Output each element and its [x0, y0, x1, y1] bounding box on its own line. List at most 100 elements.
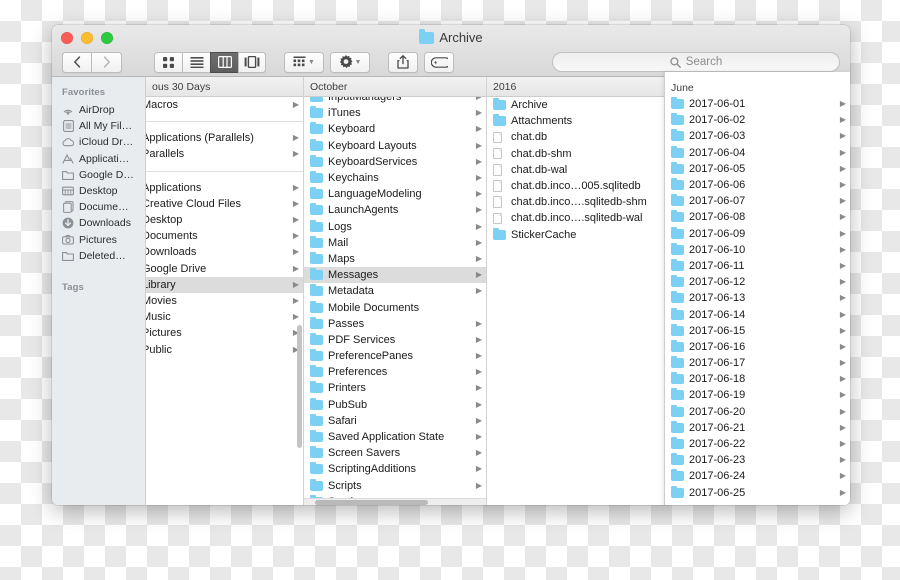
chevron-right-icon[interactable]: ▶	[474, 465, 482, 473]
list-item[interactable]: 2017-06-13 ▶	[665, 290, 850, 306]
share-button[interactable]	[388, 51, 418, 73]
list-item[interactable]: Downloads ▶	[146, 244, 303, 260]
list-item[interactable]: Printers ▶	[304, 380, 486, 396]
chevron-right-icon[interactable]: ▶	[474, 157, 482, 166]
chevron-right-icon[interactable]: ▶	[474, 352, 482, 360]
chevron-right-icon[interactable]: ▶	[838, 294, 846, 302]
list-item[interactable]: 2017-06-10 ▶	[665, 242, 850, 258]
chevron-right-icon[interactable]: ▶	[838, 132, 846, 140]
list-item[interactable]: 2017-06-07 ▶	[665, 193, 850, 209]
list-item[interactable]: LaunchAgents ▶	[304, 202, 486, 218]
horizontal-scrollbar[interactable]	[304, 498, 486, 505]
icon-view-button[interactable]	[154, 51, 182, 73]
list-item[interactable]: Saved Application State ▶	[304, 429, 486, 445]
list-item[interactable]: 2017-06-15 ▶	[665, 323, 850, 339]
chevron-right-icon[interactable]: ▶	[838, 245, 846, 254]
chevron-right-icon[interactable]: ▶	[838, 391, 846, 399]
list-item[interactable]: 2017-06-14 ▶	[665, 306, 850, 322]
chevron-right-icon[interactable]: ▶	[838, 278, 846, 286]
list-item[interactable]: Passes ▶	[304, 316, 486, 332]
back-button[interactable]	[62, 51, 92, 73]
list-item[interactable]: Pictures ▶	[146, 325, 303, 341]
chevron-right-icon[interactable]: ▶	[474, 174, 482, 182]
chevron-right-icon[interactable]: ▶	[291, 150, 299, 158]
chevron-right-icon[interactable]: ▶	[838, 261, 846, 270]
list-item[interactable]: 2017-06-02 ▶	[665, 112, 850, 128]
search-field[interactable]: Search	[552, 52, 840, 72]
list-item[interactable]: 2017-06-21 ▶	[665, 420, 850, 436]
sidebar-item-pictures[interactable]: Pictures	[52, 232, 145, 248]
chevron-right-icon[interactable]: ▶	[838, 229, 846, 238]
tag-button[interactable]	[424, 51, 454, 73]
sidebar-item-icloud-drive[interactable]: iCloud Dr…	[52, 134, 145, 150]
list-item[interactable]: Public ▶	[146, 341, 303, 357]
list-item[interactable]: 2017-06-22 ▶	[665, 436, 850, 452]
list-view-button[interactable]	[182, 51, 210, 73]
list-item[interactable]: 2017-06-01 ▶	[665, 96, 850, 112]
chevron-right-icon[interactable]: ▶	[291, 199, 299, 208]
list-item[interactable]: 2017-06-12 ▶	[665, 274, 850, 290]
chevron-right-icon[interactable]: ▶	[474, 287, 482, 295]
chevron-right-icon[interactable]: ▶	[474, 384, 482, 392]
list-item[interactable]: Keyboard ▶	[304, 121, 486, 137]
list-item[interactable]: Metadata ▶	[304, 283, 486, 299]
chevron-right-icon[interactable]: ▶	[474, 449, 482, 457]
list-item[interactable]: KeyboardServices ▶	[304, 154, 486, 170]
chevron-right-icon[interactable]: ▶	[838, 100, 846, 108]
action-menu-button[interactable]: ▼	[330, 51, 370, 73]
chevron-right-icon[interactable]: ▶	[838, 456, 846, 464]
list-item[interactable]: 2017-06-05 ▶	[665, 161, 850, 177]
chevron-right-icon[interactable]: ▶	[291, 232, 299, 240]
forward-button[interactable]	[92, 51, 122, 73]
chevron-right-icon[interactable]: ▶	[474, 335, 482, 344]
list-item-selected[interactable]: Messages ▶	[304, 267, 486, 284]
list-item[interactable]: Macros ▶	[146, 97, 303, 113]
chevron-right-icon[interactable]: ▶	[291, 216, 299, 224]
list-item[interactable]: Maps ▶	[304, 251, 486, 267]
list-item[interactable]: Applications (Parallels) ▶	[146, 130, 303, 146]
list-item[interactable]: 2017-06-24 ▶	[665, 468, 850, 484]
list-item[interactable]: Parallels ▶	[146, 146, 303, 162]
list-item[interactable]: Creative Cloud Files ▶	[146, 196, 303, 212]
list-item[interactable]: 2017-06-08 ▶	[665, 209, 850, 225]
chevron-right-icon[interactable]: ▶	[838, 342, 846, 351]
list-item-selected[interactable]: Library ▶	[146, 276, 303, 293]
close-button[interactable]	[61, 32, 73, 44]
list-item[interactable]: PubSub ▶	[304, 397, 486, 413]
chevron-right-icon[interactable]: ▶	[291, 280, 299, 289]
chevron-right-icon[interactable]: ▶	[838, 164, 846, 173]
chevron-right-icon[interactable]: ▶	[474, 109, 482, 117]
chevron-right-icon[interactable]: ▶	[838, 440, 846, 448]
list-item[interactable]: LanguageModeling ▶	[304, 186, 486, 202]
list-item[interactable]: PDF Services ▶	[304, 332, 486, 348]
chevron-right-icon[interactable]: ▶	[474, 141, 482, 150]
list-item[interactable]: 2017-06-04 ▶	[665, 145, 850, 161]
list-item[interactable]: Preferences ▶	[304, 364, 486, 380]
chevron-right-icon[interactable]: ▶	[838, 423, 846, 432]
chevron-right-icon[interactable]: ▶	[838, 359, 846, 367]
list-item[interactable]: Music ▶	[146, 309, 303, 325]
chevron-right-icon[interactable]: ▶	[838, 488, 846, 497]
chevron-right-icon[interactable]: ▶	[291, 313, 299, 321]
chevron-right-icon[interactable]: ▶	[474, 190, 482, 198]
list-item[interactable]: 2017-06-23 ▶	[665, 452, 850, 468]
list-item[interactable]: 2017-06-03 ▶	[665, 128, 850, 144]
chevron-right-icon[interactable]: ▶	[474, 125, 482, 133]
chevron-right-icon[interactable]: ▶	[474, 254, 482, 263]
chevron-right-icon[interactable]: ▶	[474, 433, 482, 441]
vertical-scrollbar[interactable]	[297, 325, 302, 448]
coverflow-view-button[interactable]	[238, 51, 266, 73]
column-view-button[interactable]	[210, 51, 238, 73]
list-item[interactable]: PreferencePanes ▶	[304, 348, 486, 364]
chevron-right-icon[interactable]: ▶	[474, 368, 482, 376]
list-item[interactable]: Google Drive ▶	[146, 261, 303, 277]
chevron-right-icon[interactable]: ▶	[474, 400, 482, 409]
list-item[interactable]: Scripts ▶	[304, 478, 486, 494]
sidebar-item-deleted[interactable]: Deleted…	[52, 248, 145, 264]
sidebar-item-downloads[interactable]: Downloads	[52, 215, 145, 231]
chevron-right-icon[interactable]: ▶	[838, 181, 846, 189]
list-item[interactable]: InputManagers ▶	[304, 97, 486, 105]
list-item[interactable]: 2017-06-20 ▶	[665, 404, 850, 420]
list-item[interactable]: Screen Savers ▶	[304, 445, 486, 461]
chevron-right-icon[interactable]: ▶	[474, 222, 482, 231]
